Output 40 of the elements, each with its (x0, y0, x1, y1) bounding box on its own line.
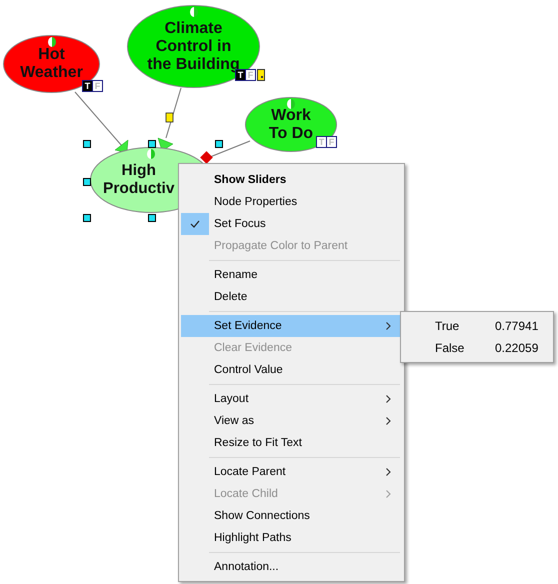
menu-item[interactable]: Set Focus (181, 213, 402, 235)
probability-value: 0.22059 (495, 341, 538, 355)
menu-item[interactable]: Set Evidence (181, 315, 402, 337)
state-badge: T F (82, 80, 103, 92)
node-label: High Productiv (103, 162, 174, 198)
node-label: Hot Weather (20, 46, 83, 82)
chevron-icon (386, 417, 391, 425)
selection-handle[interactable] (83, 178, 91, 186)
chevron-icon (386, 322, 391, 330)
probability-value: 0.77941 (495, 319, 538, 333)
half-circle-icon (190, 7, 198, 17)
state-option[interactable]: False (403, 341, 495, 355)
menu-item[interactable]: View as (181, 410, 402, 432)
menu-item[interactable]: Rename (181, 264, 402, 286)
half-circle-icon (147, 149, 155, 159)
selection-handle[interactable] (215, 140, 223, 148)
chevron-icon (386, 395, 391, 403)
selection-handle[interactable] (83, 214, 91, 222)
state-badge: T F (235, 69, 256, 81)
menu-item[interactable]: Layout (181, 388, 402, 410)
menu-item[interactable]: Delete (181, 286, 402, 308)
half-circle-icon (48, 37, 56, 47)
state-badge: T F (316, 136, 337, 148)
menu-item[interactable]: Control Value (181, 359, 402, 381)
note-icon (166, 112, 174, 122)
menu-item[interactable]: Annotation... (181, 556, 402, 578)
check-icon (181, 213, 209, 235)
menu-item[interactable]: Highlight Paths (181, 527, 402, 549)
menu-item[interactable]: Locate Parent (181, 461, 402, 483)
node-label: Work To Do (268, 106, 314, 142)
chevron-icon (386, 468, 391, 476)
selection-handle[interactable] (148, 140, 156, 148)
chevron-icon (386, 490, 391, 498)
menu-item[interactable]: Show Connections (181, 505, 402, 527)
arrow (74, 92, 128, 154)
menu-item[interactable]: Resize to Fit Text (181, 432, 402, 454)
selection-handle[interactable] (83, 140, 91, 148)
state-option[interactable]: True (403, 319, 495, 333)
selection-handle[interactable] (148, 214, 156, 222)
half-circle-icon (287, 99, 295, 109)
